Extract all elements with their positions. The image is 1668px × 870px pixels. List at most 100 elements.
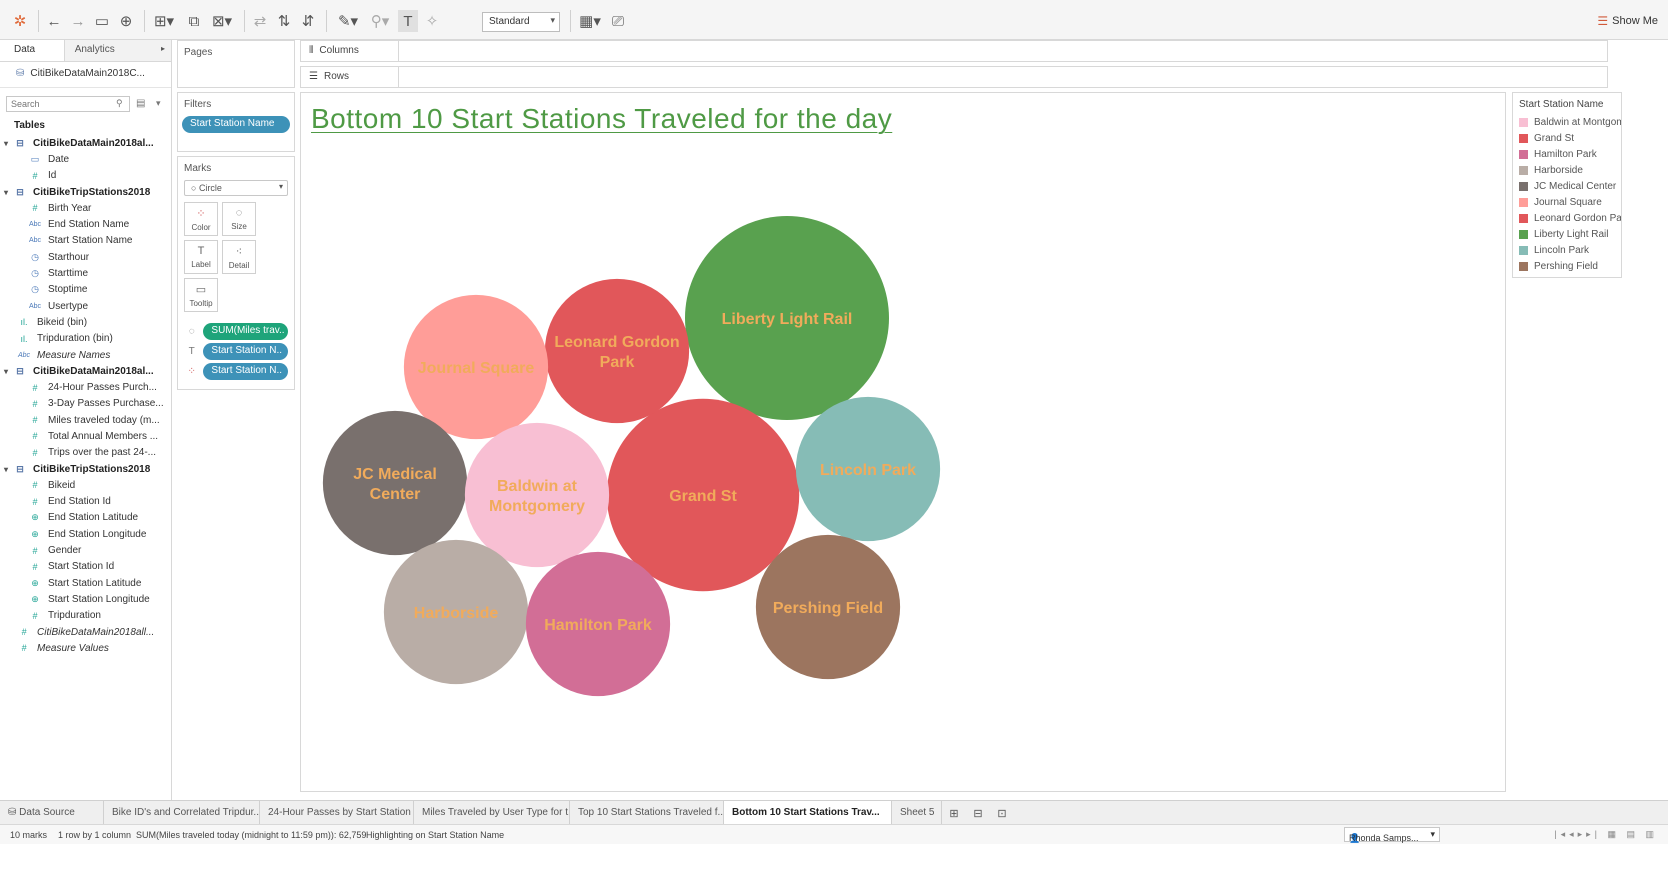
legend-item[interactable]: Grand St — [1513, 130, 1621, 146]
bubble-circle[interactable] — [464, 422, 610, 568]
datasource-item[interactable]: ⛁ CitiBikeDataMain2018C... — [0, 62, 171, 88]
sheet-nav-controls[interactable]: |◂◂▸▸| ▦ ▤ ▥ — [1554, 829, 1658, 840]
swap-rows-columns-icon[interactable]: ⇄ — [250, 10, 270, 32]
field-item[interactable]: # Gender — [0, 542, 172, 558]
tab-data[interactable]: Data — [0, 40, 64, 61]
filter-pill-start-station[interactable]: Start Station Name — [182, 116, 290, 133]
field-item[interactable]: # Birth Year — [0, 200, 172, 216]
color-pill[interactable]: Start Station N.. — [203, 363, 288, 380]
field-item[interactable]: Abc Usertype — [0, 298, 172, 314]
table-item[interactable]: ▾ ⊟ CitiBikeDataMain2018al... — [0, 135, 172, 151]
sheet-tab[interactable]: Top 10 Start Stations Traveled f... — [570, 801, 724, 825]
highlight-icon[interactable]: ✎▾ — [334, 10, 362, 32]
legend-item[interactable]: Baldwin at Montgomery — [1513, 114, 1621, 130]
field-item[interactable]: ⊕ Start Station Longitude — [0, 591, 172, 607]
bubble-circle[interactable] — [322, 410, 468, 556]
rows-shelf[interactable]: ☰ Rows — [300, 66, 1608, 88]
group-members-icon[interactable]: ⚲▾ — [366, 10, 394, 32]
field-item[interactable]: # Id — [0, 168, 172, 184]
new-dashboard-icon[interactable]: ⊟ — [966, 801, 990, 825]
sort-descending-icon[interactable]: ⇵ — [298, 10, 318, 32]
bubble[interactable]: Liberty Light Rail — [685, 216, 889, 420]
sheet-tab[interactable]: Sheet 5 — [892, 801, 942, 825]
sheet-tab[interactable]: Bottom 10 Start Stations Trav... — [724, 801, 892, 825]
sheet-tab[interactable]: 24-Hour Passes by Start Station — [260, 801, 414, 825]
mark-type-select[interactable]: ○ Circle ▾ — [184, 180, 288, 196]
field-item[interactable]: ◷ Starthour — [0, 249, 172, 265]
legend-item[interactable]: Journal Square — [1513, 194, 1621, 210]
legend-item[interactable]: Hamilton Park — [1513, 146, 1621, 162]
field-item[interactable]: #3-Day Passes Purchase... — [0, 396, 172, 412]
fix-axes-icon[interactable]: ✧ — [422, 10, 442, 32]
legend-item[interactable]: Harborside — [1513, 162, 1621, 178]
bubble-circle[interactable] — [544, 278, 690, 424]
field-item[interactable]: ıl. Bikeid (bin) — [0, 314, 172, 330]
label-pill[interactable]: Start Station N.. — [203, 343, 288, 360]
table-item[interactable]: ▾ ⊟ CitiBikeDataMain2018al... — [0, 363, 172, 379]
field-item[interactable]: ⊕ Start Station Latitude — [0, 575, 172, 591]
sheet-tab[interactable]: Bike ID's and Correlated Tripdur... — [104, 801, 260, 825]
duplicate-sheet-icon[interactable]: ⧉ — [184, 10, 204, 32]
legend-item[interactable]: JC Medical Center — [1513, 178, 1621, 194]
bubble[interactable]: Grand St — [606, 398, 800, 592]
bubble[interactable]: Hamilton Park — [525, 551, 671, 697]
field-item[interactable]: Abc Measure Names — [0, 347, 172, 363]
chevron-down-icon[interactable]: ▾ — [156, 98, 161, 109]
show-mark-labels-icon[interactable]: T — [398, 10, 418, 32]
chevron-down-icon[interactable]: ▾ — [4, 139, 14, 148]
save-icon[interactable]: ▭ — [92, 10, 112, 32]
legend-item[interactable]: Liberty Light Rail — [1513, 226, 1621, 242]
field-item[interactable]: # Miles traveled today (m... — [0, 412, 172, 428]
bubble[interactable]: Leonard Gordon Park — [544, 278, 690, 424]
color-button[interactable]: ⁘ Color — [184, 202, 218, 236]
search-icon[interactable]: ⚲ — [116, 98, 123, 109]
bubble[interactable]: JC Medical Center — [322, 410, 468, 556]
sheet-tab[interactable]: Miles Traveled by User Type for t... — [414, 801, 570, 825]
legend-item[interactable]: Pershing Field — [1513, 258, 1621, 274]
size-pill[interactable]: SUM(Miles trav.. — [203, 323, 288, 340]
field-item[interactable]: #24-Hour Passes Purch... — [0, 379, 172, 395]
field-item[interactable]: # Trips over the past 24-... — [0, 445, 172, 461]
bubble[interactable]: Pershing Field — [755, 534, 901, 680]
tab-analytics[interactable]: Analytics ▸ — [63, 40, 171, 61]
field-item[interactable]: ◷ Starttime — [0, 265, 172, 281]
undo-icon[interactable]: ← — [44, 10, 64, 32]
legend-item[interactable]: Lincoln Park — [1513, 242, 1621, 258]
table-item[interactable]: ▾ ⊟ CitiBikeTripStations2018 — [0, 184, 172, 200]
chevron-down-icon[interactable]: ▾ — [4, 465, 14, 474]
show-me-button[interactable]: ☰ Show Me — [1597, 14, 1658, 28]
field-item[interactable]: # Total Annual Members ... — [0, 428, 172, 444]
detail-button[interactable]: ⁖ Detail — [222, 240, 256, 274]
table-item[interactable]: ▾ ⊟ CitiBikeTripStations2018 — [0, 461, 172, 477]
presentation-mode-icon[interactable]: ⎚ — [608, 10, 628, 32]
chevron-down-icon[interactable]: ▾ — [4, 367, 14, 376]
tableau-logo-icon[interactable]: ✲ — [10, 10, 30, 32]
new-story-icon[interactable]: ⊡ — [990, 801, 1014, 825]
redo-icon[interactable]: → — [68, 10, 88, 32]
bubble[interactable]: Journal Square — [403, 294, 549, 440]
field-item[interactable]: # End Station Id — [0, 494, 172, 510]
pages-card[interactable]: Pages — [177, 40, 295, 88]
field-item[interactable]: Abc Start Station Name — [0, 233, 172, 249]
show-cards-icon[interactable]: ▦▾ — [576, 10, 604, 32]
field-item[interactable]: # Bikeid — [0, 477, 172, 493]
field-item[interactable]: # CitiBikeDataMain2018all... — [0, 624, 172, 640]
legend-item[interactable]: Leonard Gordon Park — [1513, 210, 1621, 226]
user-menu[interactable]: 👤 Rhonda Samps... ▾ — [1344, 827, 1440, 843]
field-item[interactable]: ⊕ End Station Longitude — [0, 526, 172, 542]
field-item[interactable]: ▭ Date — [0, 151, 172, 167]
field-item[interactable]: # Start Station Id — [0, 559, 172, 575]
bubble[interactable]: Baldwin at Montgomery — [464, 422, 610, 568]
field-item[interactable]: Abc End Station Name — [0, 216, 172, 232]
clear-sheet-icon[interactable]: ⊠▾ — [208, 10, 236, 32]
field-item[interactable]: ◷ Stoptime — [0, 282, 172, 298]
bubble[interactable]: Harborside — [383, 539, 529, 685]
field-item[interactable]: ıl. Tripduration (bin) — [0, 331, 172, 347]
tooltip-button[interactable]: ▭ Tooltip — [184, 278, 218, 312]
size-button[interactable]: ◌ Size — [222, 202, 256, 236]
field-item[interactable]: ⊕ End Station Latitude — [0, 510, 172, 526]
new-worksheet-icon[interactable]: ⊞ — [942, 801, 966, 825]
new-worksheet-icon[interactable]: ⊞▾ — [150, 10, 178, 32]
view-data-icon[interactable]: ▤ — [136, 98, 145, 109]
sheet-tab[interactable]: ⛁ Data Source — [0, 801, 104, 825]
